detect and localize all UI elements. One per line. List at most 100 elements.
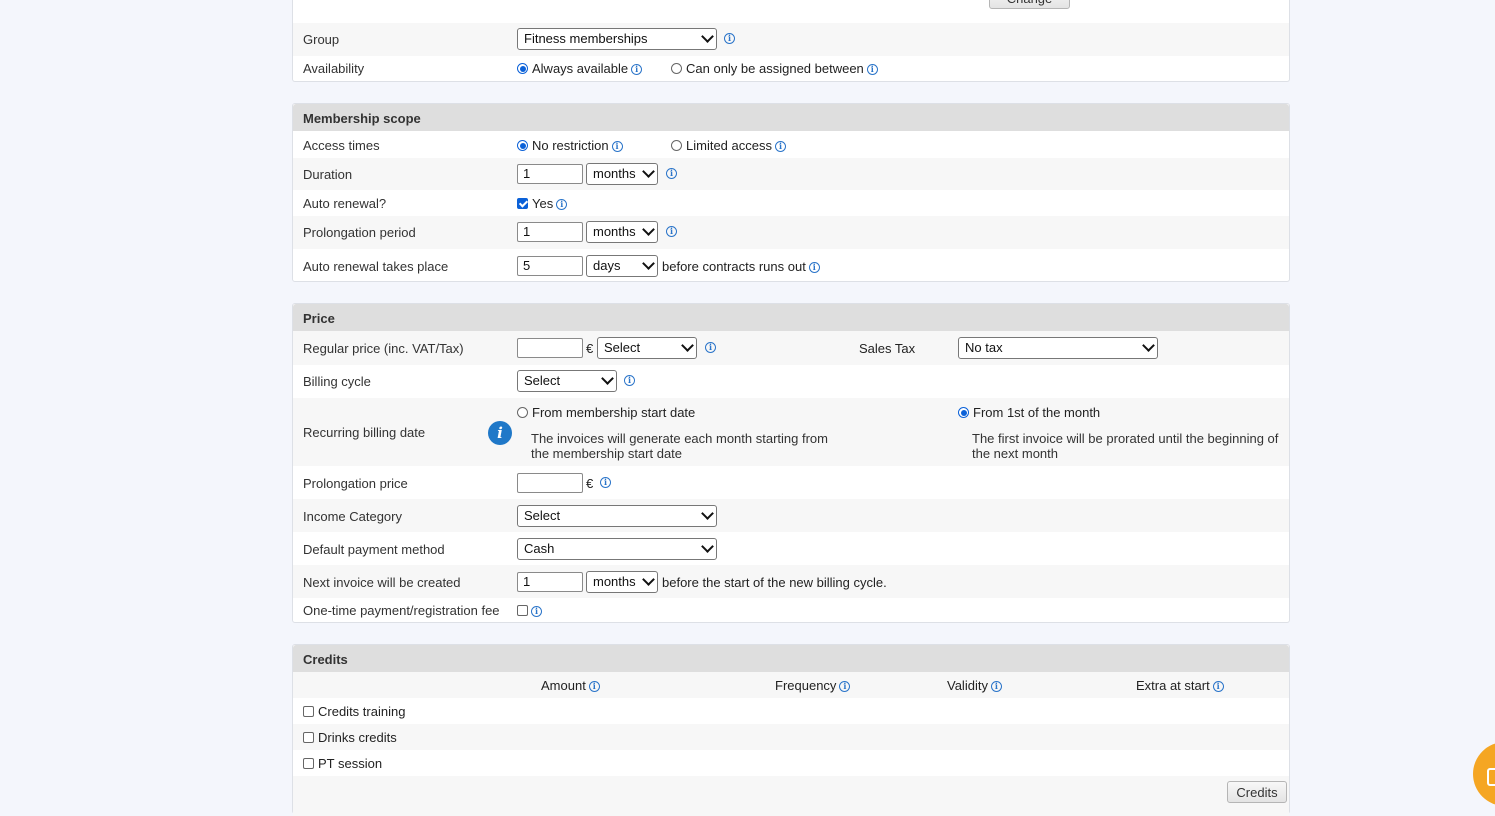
- credits-footer-row: Credits: [293, 776, 1289, 816]
- info-icon[interactable]: i: [724, 33, 735, 44]
- credits-col-frequency: Frequency i: [775, 678, 851, 693]
- onetime-fee-option[interactable]: i: [517, 603, 542, 618]
- chevron-down-icon: [701, 507, 714, 520]
- payment-method-select[interactable]: Cash: [517, 538, 717, 560]
- availability-always-option[interactable]: Always available i: [517, 61, 643, 76]
- credits-item-option[interactable]: Credits training: [303, 704, 405, 719]
- income-category-select[interactable]: Select: [517, 505, 717, 527]
- info-icon[interactable]: i: [990, 681, 1002, 693]
- sales-tax-label: Sales Tax: [859, 341, 916, 356]
- access-no-restriction-label: No restriction: [532, 138, 609, 153]
- info-icon[interactable]: i: [531, 606, 542, 618]
- recurring-start-date-label: From membership start date: [532, 405, 696, 420]
- billing-cycle-value: Select: [524, 373, 561, 388]
- checkbox-icon[interactable]: [303, 732, 314, 743]
- chevron-down-icon: [642, 573, 655, 586]
- info-icon[interactable]: i: [624, 375, 635, 386]
- credits-item-row: Credits training: [293, 698, 1289, 724]
- general-panel: Change Group Fitness memberships i Avail…: [292, 0, 1290, 82]
- next-invoice-suffix: before the start of the new billing cycl…: [662, 575, 887, 590]
- access-limited-option[interactable]: Limited access i: [671, 138, 786, 153]
- availability-between-label: Can only be assigned between: [686, 61, 864, 76]
- recurring-first-of-month-option[interactable]: From 1st of the month: [958, 405, 1100, 420]
- chat-widget-button[interactable]: [1473, 742, 1495, 806]
- checkbox-checked-icon[interactable]: [517, 198, 528, 209]
- chevron-down-icon: [1142, 339, 1155, 352]
- access-limited-label: Limited access: [686, 138, 772, 153]
- info-icon[interactable]: i: [866, 64, 878, 76]
- radio-selected-icon[interactable]: [517, 63, 528, 74]
- radio-selected-icon[interactable]: [958, 407, 969, 418]
- recurring-first-of-month-label: From 1st of the month: [973, 405, 1101, 420]
- regular-price-select[interactable]: Select: [597, 337, 697, 359]
- duration-input[interactable]: 1: [517, 164, 583, 184]
- info-icon[interactable]: i: [808, 262, 820, 274]
- info-icon[interactable]: i: [611, 141, 623, 153]
- credits-item-label: Credits training: [318, 704, 406, 719]
- radio-selected-icon[interactable]: [517, 140, 528, 151]
- duration-row: Duration 1 months i: [293, 158, 1289, 190]
- prolongation-period-input[interactable]: 1: [517, 222, 583, 242]
- chat-icon: [1487, 768, 1495, 786]
- next-invoice-input[interactable]: 1: [517, 572, 583, 592]
- radio-icon[interactable]: [671, 63, 682, 74]
- renewal-takes-place-unit-select[interactable]: days: [586, 255, 658, 277]
- prolongation-price-input[interactable]: [517, 473, 583, 493]
- credits-col-frequency-label: Frequency: [775, 678, 837, 693]
- onetime-fee-label: One-time payment/registration fee: [303, 603, 500, 618]
- prolongation-unit-value: months: [593, 224, 636, 239]
- info-icon[interactable]: i: [631, 64, 643, 76]
- chevron-down-icon: [642, 223, 655, 236]
- renewal-takes-place-row: Auto renewal takes place 5 days before c…: [293, 249, 1289, 281]
- info-icon[interactable]: i: [774, 141, 786, 153]
- group-select-value: Fitness memberships: [524, 31, 648, 46]
- access-times-row: Access times No restriction i Limited acc…: [293, 131, 1289, 158]
- credits-item-row: Drinks credits: [293, 724, 1289, 750]
- change-button[interactable]: Change: [989, 0, 1070, 9]
- info-icon[interactable]: i: [666, 168, 677, 179]
- info-icon[interactable]: i: [705, 342, 716, 353]
- renewal-takes-place-suffix-text: before contracts runs out: [662, 259, 806, 274]
- regular-price-label: Regular price (inc. VAT/Tax): [303, 341, 464, 356]
- duration-unit-select[interactable]: months: [586, 163, 658, 185]
- checkbox-icon[interactable]: [303, 706, 314, 717]
- radio-icon[interactable]: [517, 407, 528, 418]
- info-icon[interactable]: i: [1212, 681, 1224, 693]
- auto-renewal-label: Auto renewal?: [303, 196, 387, 211]
- regular-price-input[interactable]: [517, 338, 583, 358]
- info-icon[interactable]: i: [588, 681, 600, 693]
- checkbox-icon[interactable]: [517, 605, 528, 616]
- prolongation-unit-select[interactable]: months: [586, 221, 658, 243]
- regular-price-select-value: Select: [604, 340, 641, 355]
- recurring-start-date-option[interactable]: From membership start date: [517, 405, 695, 420]
- info-icon[interactable]: i: [839, 681, 851, 693]
- chevron-down-icon: [642, 165, 655, 178]
- info-icon[interactable]: i: [556, 199, 568, 211]
- next-invoice-row: Next invoice will be created 1 months be…: [293, 565, 1289, 598]
- price-panel: Price Regular price (inc. VAT/Tax) € Sel…: [292, 303, 1290, 623]
- renewal-takes-place-input[interactable]: 5: [517, 256, 583, 276]
- info-icon[interactable]: i: [666, 226, 677, 237]
- group-select[interactable]: Fitness memberships: [517, 28, 717, 50]
- chevron-down-icon: [701, 540, 714, 553]
- checkbox-icon[interactable]: [303, 758, 314, 769]
- info-icon[interactable]: i: [600, 477, 611, 488]
- info-circle-icon[interactable]: i: [488, 421, 512, 445]
- duration-label: Duration: [303, 167, 353, 182]
- credits-item-label: PT session: [318, 756, 383, 771]
- billing-cycle-select[interactable]: Select: [517, 370, 617, 392]
- credits-col-amount: Amount i: [541, 678, 600, 693]
- next-invoice-unit-select[interactable]: months: [586, 571, 658, 593]
- credits-item-option[interactable]: PT session: [303, 756, 382, 771]
- radio-icon[interactable]: [671, 140, 682, 151]
- auto-renewal-option[interactable]: Yes i: [517, 196, 568, 211]
- sales-tax-select[interactable]: No tax: [958, 337, 1158, 359]
- credits-item-option[interactable]: Drinks credits: [303, 730, 397, 745]
- credits-item-label: Drinks credits: [318, 730, 397, 745]
- availability-between-option[interactable]: Can only be assigned between i: [671, 61, 878, 76]
- regular-price-row: Regular price (inc. VAT/Tax) € Select i …: [293, 331, 1289, 365]
- access-no-restriction-option[interactable]: No restriction i: [517, 138, 623, 153]
- auto-renewal-yes-label: Yes: [532, 196, 554, 211]
- recurring-start-date-note: The invoices will generate each month st…: [531, 431, 828, 461]
- credits-button[interactable]: Credits: [1227, 781, 1287, 803]
